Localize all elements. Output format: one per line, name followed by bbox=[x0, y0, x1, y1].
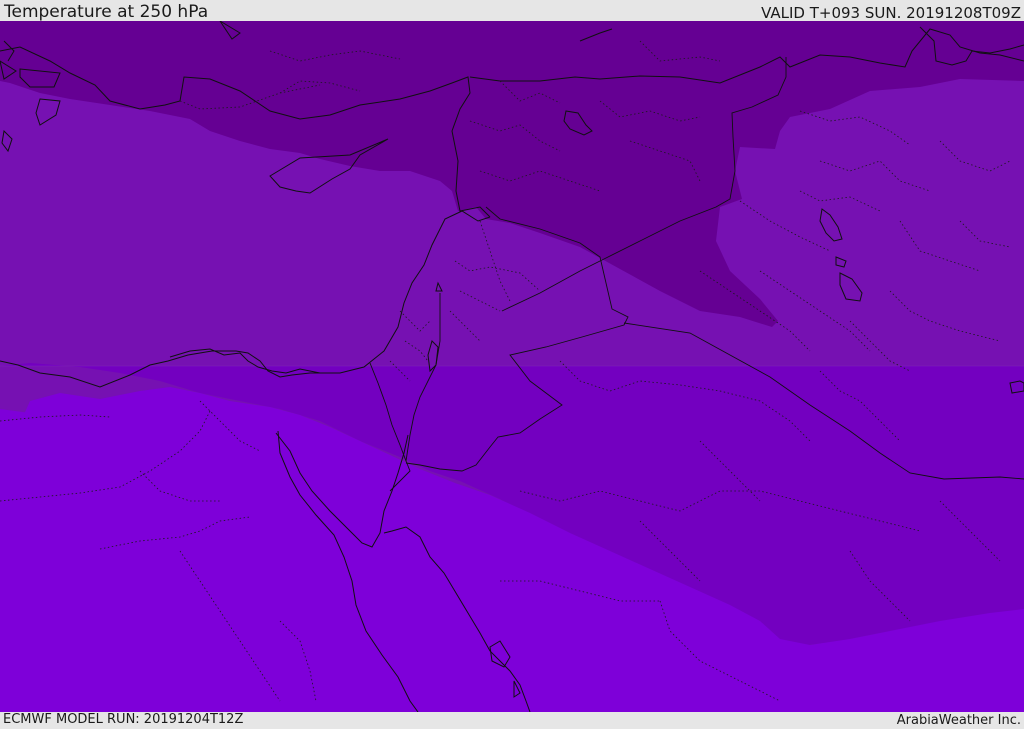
temperature-map bbox=[0, 21, 1024, 712]
forecast-map-screen: Temperature at 250 hPa VALID T+093 SUN. … bbox=[0, 0, 1024, 729]
map-canvas bbox=[0, 21, 1024, 712]
model-run-label: ECMWF MODEL RUN: 20191204T12Z bbox=[3, 712, 244, 727]
map-title: Temperature at 250 hPa bbox=[4, 2, 209, 22]
credit-label: ArabiaWeather Inc. bbox=[896, 713, 1021, 728]
valid-time-label: VALID T+093 SUN. 20191208T09Z bbox=[761, 4, 1021, 22]
header-bar: Temperature at 250 hPa VALID T+093 SUN. … bbox=[0, 0, 1024, 21]
footer-bar: ECMWF MODEL RUN: 20191204T12Z ArabiaWeat… bbox=[0, 712, 1024, 729]
